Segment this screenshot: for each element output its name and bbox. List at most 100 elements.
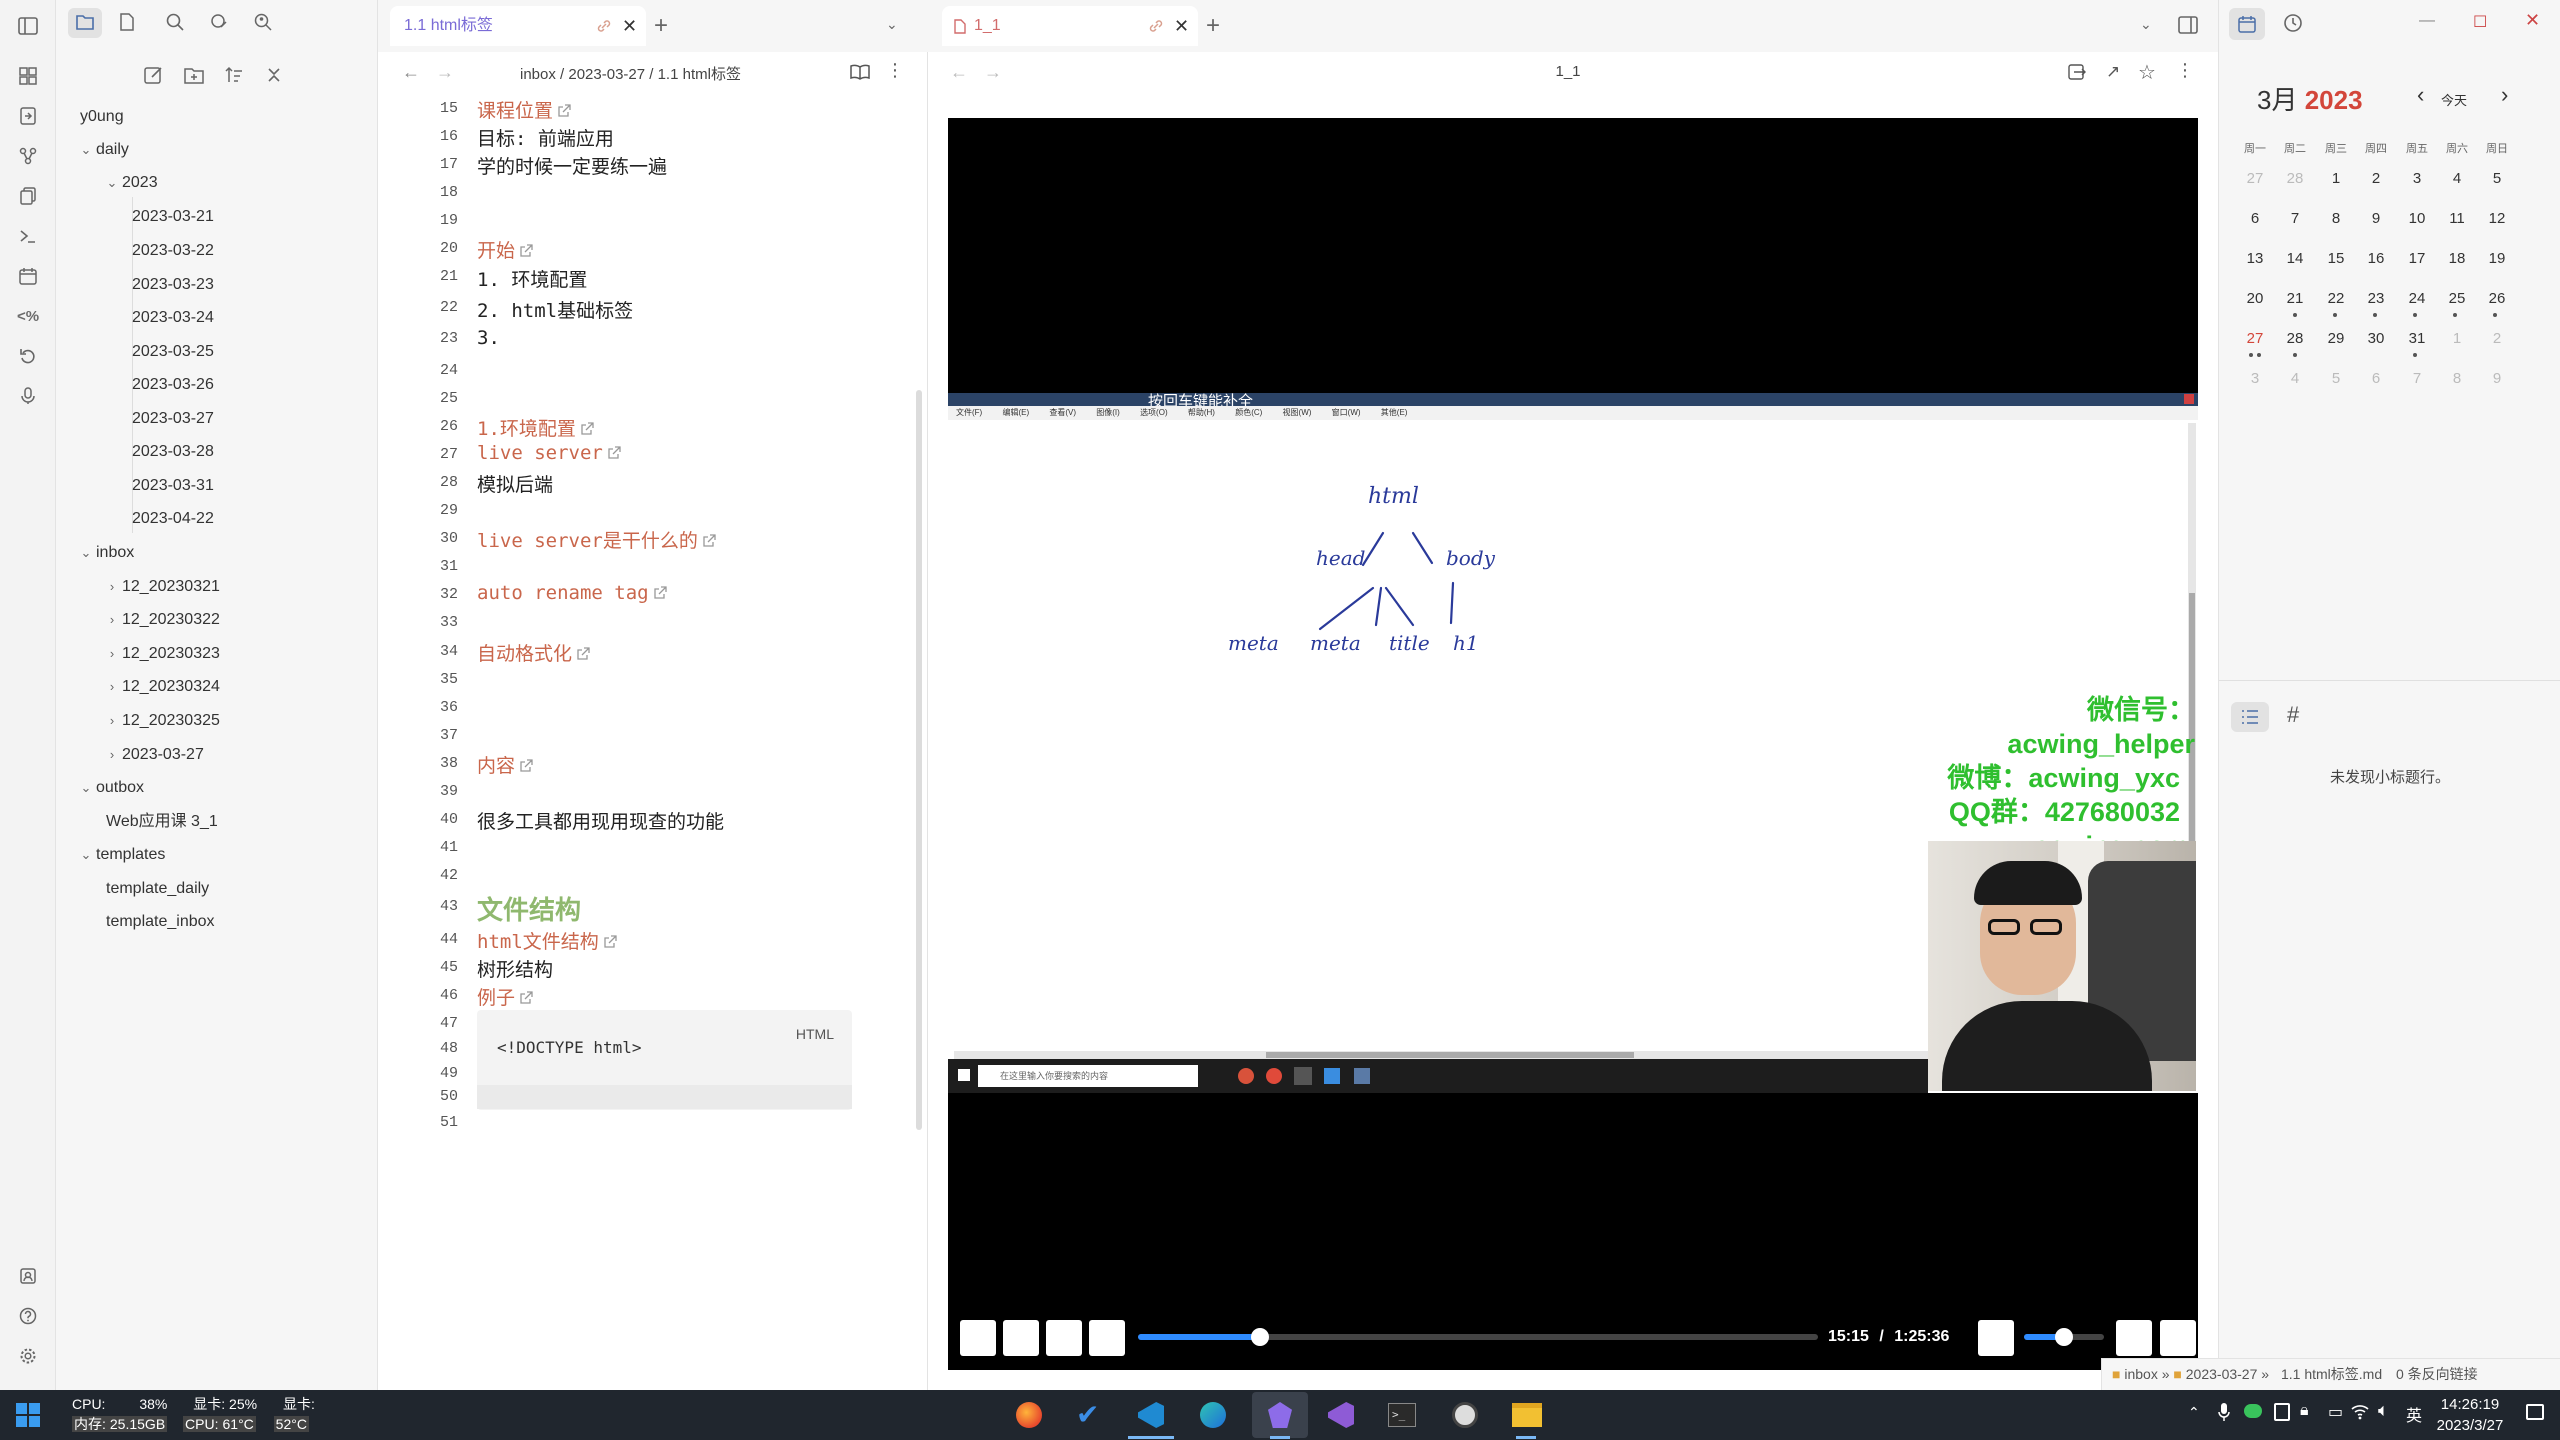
calendar-day[interactable]: 25 bbox=[2437, 290, 2477, 307]
files-tab[interactable] bbox=[68, 8, 102, 38]
status-path-segment[interactable]: 1.1 html标签.md bbox=[2281, 1366, 2382, 1382]
new-tab-icon[interactable]: + bbox=[1206, 12, 1220, 40]
calendar-day[interactable]: 7 bbox=[2275, 210, 2315, 227]
volume-handle[interactable] bbox=[2055, 1328, 2073, 1346]
undo-history-icon[interactable] bbox=[14, 342, 42, 370]
calendar-day[interactable]: 13 bbox=[2235, 250, 2275, 267]
notification-icon[interactable] bbox=[2526, 1404, 2544, 1420]
tab-video[interactable]: 1_1 ✕ bbox=[942, 6, 1198, 46]
outline-tab[interactable] bbox=[2231, 702, 2269, 732]
calendar-day[interactable]: 6 bbox=[2235, 210, 2275, 227]
more-options-icon[interactable]: ⋮ bbox=[886, 60, 904, 81]
search-person-icon[interactable] bbox=[254, 13, 272, 31]
calendar-day[interactable]: 14 bbox=[2275, 250, 2315, 267]
calendar-day[interactable]: 26 bbox=[2477, 290, 2517, 307]
volume-slider[interactable] bbox=[2024, 1328, 2104, 1346]
status-path-segment[interactable]: 2023-03-27 bbox=[2186, 1366, 2258, 1382]
next-month-icon[interactable]: › bbox=[2501, 82, 2508, 108]
folder-item[interactable]: › 2023-03-27 bbox=[102, 740, 204, 770]
calendar-day[interactable]: 9 bbox=[2356, 210, 2396, 227]
file-item[interactable]: 2023-03-23 bbox=[132, 270, 214, 300]
forward-arrow-icon[interactable]: → bbox=[984, 62, 1002, 83]
search-icon[interactable] bbox=[166, 13, 184, 31]
fullscreen-button[interactable] bbox=[2160, 1320, 2196, 1356]
ime-indicator[interactable]: 英 bbox=[2406, 1402, 2422, 1426]
new-folder-icon[interactable] bbox=[184, 65, 204, 85]
internal-link[interactable]: live server bbox=[477, 442, 621, 464]
calendar-day[interactable]: 30 bbox=[2356, 330, 2396, 347]
internal-link[interactable]: html文件结构 bbox=[477, 927, 617, 954]
file-item[interactable]: 2023-03-28 bbox=[132, 437, 214, 467]
calendar-day[interactable]: 2 bbox=[2477, 330, 2517, 347]
window-close-icon[interactable]: ✕ bbox=[2525, 10, 2540, 31]
internal-link[interactable]: 开始 bbox=[477, 236, 533, 263]
calendar-day[interactable]: 5 bbox=[2316, 370, 2356, 387]
calendar-day[interactable]: 28 bbox=[2275, 170, 2315, 187]
calendar-day[interactable]: 9 bbox=[2477, 370, 2517, 387]
calendar-day[interactable]: 15 bbox=[2316, 250, 2356, 267]
status-path-segment[interactable]: inbox bbox=[2124, 1366, 2157, 1382]
folder-item[interactable]: › 12_20230322 bbox=[102, 605, 220, 635]
video-player[interactable]: 按回车键能补全 文件(F) 编辑(E) 查看(V) 图像(I) 选项(O) 帮助… bbox=[948, 118, 2198, 1370]
wechat-tray-icon[interactable] bbox=[2244, 1404, 2262, 1418]
clipboard-tray-icon[interactable] bbox=[2274, 1403, 2290, 1421]
volume-tray-icon[interactable]: 🔈︎ bbox=[2378, 1400, 2389, 1421]
back-arrow-icon[interactable]: ← bbox=[402, 62, 420, 83]
calendar-day[interactable]: 17 bbox=[2397, 250, 2437, 267]
calendar-day[interactable]: 18 bbox=[2437, 250, 2477, 267]
calendar-tab[interactable] bbox=[2229, 8, 2265, 40]
player-button[interactable] bbox=[1046, 1320, 1082, 1356]
folder-item[interactable]: › 12_20230321 bbox=[102, 572, 220, 602]
file-item[interactable]: 2023-03-22 bbox=[132, 236, 214, 266]
calendar-day[interactable]: 22 bbox=[2316, 290, 2356, 307]
vault-name[interactable]: y0ung bbox=[80, 102, 124, 132]
microphone-icon[interactable] bbox=[14, 382, 42, 410]
calendar-day[interactable]: 7 bbox=[2397, 370, 2437, 387]
mute-button[interactable] bbox=[1978, 1320, 2014, 1356]
file-icon[interactable] bbox=[119, 13, 135, 31]
internal-link[interactable]: 1.环境配置 bbox=[477, 414, 594, 441]
calendar-day[interactable]: 11 bbox=[2437, 210, 2477, 227]
close-icon[interactable]: ✕ bbox=[622, 6, 637, 46]
star-icon[interactable]: ☆ bbox=[2138, 60, 2156, 85]
calendar-day[interactable]: 4 bbox=[2437, 170, 2477, 187]
vscode-icon[interactable] bbox=[1138, 1402, 1164, 1428]
calendar-day[interactable]: 1 bbox=[2316, 170, 2356, 187]
clock[interactable]: 14:26:19 2023/3/27 bbox=[2424, 1394, 2516, 1436]
internal-link[interactable]: 自动格式化 bbox=[477, 639, 590, 666]
internal-link[interactable]: 内容 bbox=[477, 751, 533, 778]
settings-button[interactable] bbox=[2116, 1320, 2152, 1356]
terminal-icon[interactable]: >_ bbox=[1388, 1403, 1416, 1427]
tags-hash-icon[interactable]: # bbox=[2287, 702, 2299, 728]
graph-view-icon[interactable] bbox=[14, 142, 42, 170]
folder-inbox[interactable]: ⌄ inbox bbox=[76, 538, 135, 568]
firefox-icon[interactable] bbox=[1016, 1402, 1042, 1428]
vault-switch-icon[interactable] bbox=[14, 1262, 42, 1290]
tab-list-chevron-icon[interactable]: ⌄ bbox=[2140, 16, 2152, 33]
calendar-day[interactable]: 12 bbox=[2477, 210, 2517, 227]
calendar-day[interactable]: 28 bbox=[2275, 330, 2315, 347]
calendar-day[interactable]: 8 bbox=[2437, 370, 2477, 387]
open-external-icon[interactable]: ↗ bbox=[2106, 62, 2120, 82]
calendar-day[interactable]: 27 bbox=[2235, 170, 2275, 187]
prev-month-icon[interactable]: ‹ bbox=[2417, 82, 2424, 108]
visual-studio-icon[interactable] bbox=[1328, 1402, 1354, 1428]
tab-list-chevron-icon[interactable]: ⌄ bbox=[886, 16, 898, 33]
open-quick-switcher-icon[interactable] bbox=[14, 102, 42, 130]
new-note-icon[interactable] bbox=[144, 65, 164, 85]
edit-link-icon[interactable] bbox=[210, 13, 228, 31]
file-item[interactable]: 2023-04-22 bbox=[132, 504, 214, 534]
breadcrumb[interactable]: inbox / 2023-03-27 / 1.1 html标签 bbox=[520, 63, 741, 84]
forward-arrow-icon[interactable]: → bbox=[436, 62, 454, 83]
calendar-day-today[interactable]: 27 bbox=[2235, 330, 2275, 347]
seek-bar[interactable] bbox=[1138, 1328, 1818, 1346]
backlink-count[interactable]: 0 条反向链接 bbox=[2396, 1366, 2478, 1382]
daily-note-icon[interactable] bbox=[14, 262, 42, 290]
seek-handle[interactable] bbox=[1251, 1328, 1270, 1346]
calendar-day[interactable]: 19 bbox=[2477, 250, 2517, 267]
back-arrow-icon[interactable]: ← bbox=[950, 62, 968, 83]
file-item[interactable]: 2023-03-24 bbox=[132, 303, 214, 333]
settings-gear-icon[interactable] bbox=[14, 1342, 42, 1370]
maximize-icon[interactable]: ☐ bbox=[2473, 12, 2487, 32]
toggle-right-sidebar-icon[interactable] bbox=[2178, 16, 2198, 34]
